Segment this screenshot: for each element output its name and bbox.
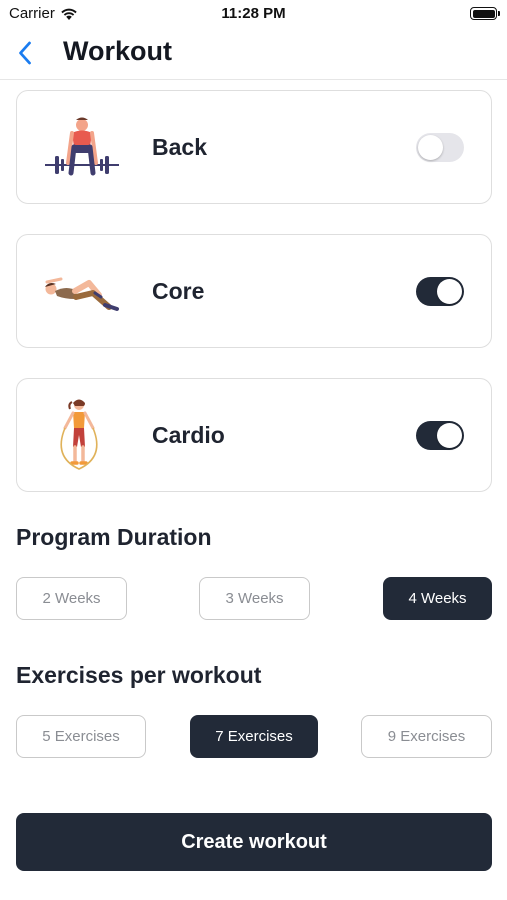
deadlift-illustration — [45, 117, 119, 176]
core-toggle[interactable] — [416, 277, 464, 306]
duration-option-4-weeks[interactable]: 4 Weeks — [383, 577, 492, 620]
workout-card-core: Core — [16, 234, 492, 348]
jump-rope-illustration — [60, 399, 98, 470]
back-toggle[interactable] — [416, 133, 464, 162]
duration-option-2-weeks[interactable]: 2 Weeks — [16, 577, 127, 620]
back-button[interactable] — [10, 38, 40, 68]
status-time: 11:28 PM — [221, 5, 286, 22]
workout-card-cardio: Cardio — [16, 378, 492, 492]
workout-card-label: Back — [152, 133, 207, 160]
exercises-option-7[interactable]: 7 Exercises — [190, 715, 318, 758]
workout-card-label: Cardio — [152, 421, 225, 448]
battery-icon — [470, 7, 500, 20]
navigation-bar: Workout — [0, 30, 507, 80]
workout-card-label: Core — [152, 277, 205, 304]
page-title: Workout — [63, 36, 172, 66]
workout-card-back: Back — [16, 90, 492, 204]
status-bar: Carrier 11:28 PM — [0, 0, 507, 30]
crunch-illustration — [45, 277, 119, 311]
exercises-option-9[interactable]: 9 Exercises — [361, 715, 492, 758]
chevron-left-icon — [19, 41, 31, 65]
cardio-toggle[interactable] — [416, 421, 464, 450]
program-duration-title: Program Duration — [16, 524, 212, 550]
create-workout-button[interactable]: Create workout — [16, 813, 492, 871]
exercises-per-workout-title: Exercises per workout — [16, 662, 262, 688]
exercises-option-5[interactable]: 5 Exercises — [16, 715, 146, 758]
duration-option-3-weeks[interactable]: 3 Weeks — [199, 577, 310, 620]
